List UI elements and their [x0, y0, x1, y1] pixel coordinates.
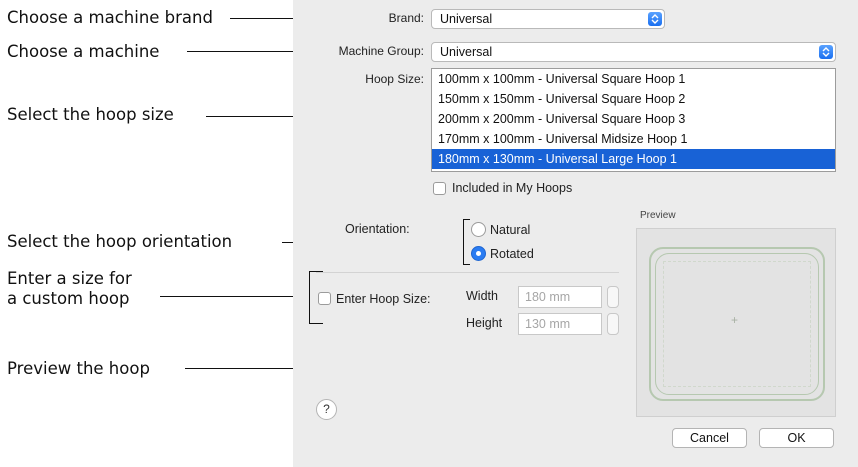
popup-stepper-icon: [819, 45, 833, 59]
cancel-button[interactable]: Cancel: [672, 428, 747, 448]
custom-bracket: [309, 271, 310, 324]
custom-bracket-top: [309, 271, 323, 272]
height-label: Height: [466, 316, 503, 330]
hoop-size-label: Hoop Size:: [365, 72, 424, 86]
width-field[interactable]: 180 mm: [518, 286, 602, 308]
brand-label: Brand:: [388, 11, 424, 25]
brand-value: Universal: [440, 12, 493, 26]
orientation-label: Orientation:: [345, 222, 410, 236]
annotation-hoop-size: Select the hoop size: [7, 105, 174, 124]
annotation-brand: Choose a machine brand: [7, 8, 213, 27]
center-mark: +: [731, 313, 739, 327]
width-stepper[interactable]: [607, 286, 619, 308]
rotated-label: Rotated: [490, 247, 534, 261]
preview-label: Preview: [640, 210, 676, 221]
annotation-orientation: Select the hoop orientation: [7, 232, 233, 251]
list-item[interactable]: 170mm x 100mm - Universal Midsize Hoop 1: [432, 129, 835, 149]
separator: [316, 272, 619, 273]
orientation-bracket-top: [463, 219, 470, 220]
included-label: Included in My Hoops: [452, 181, 573, 195]
rotated-radio[interactable]: [471, 246, 486, 261]
machine-group-value: Universal: [440, 45, 493, 59]
included-checkbox[interactable]: [433, 182, 446, 195]
machine-group-popup[interactable]: Universal: [431, 42, 836, 62]
annotation-machine: Choose a machine: [7, 42, 160, 61]
height-stepper[interactable]: [607, 313, 619, 335]
natural-label: Natural: [490, 223, 531, 237]
hoop-size-list[interactable]: 100mm x 100mm - Universal Square Hoop 1 …: [431, 68, 836, 172]
annotation-preview: Preview the hoop: [7, 359, 150, 378]
help-button[interactable]: ?: [316, 399, 337, 420]
orientation-bracket-bottom: [463, 264, 470, 265]
list-item[interactable]: 200mm x 200mm - Universal Square Hoop 3: [432, 109, 835, 129]
list-item[interactable]: 100mm x 100mm - Universal Square Hoop 1: [432, 69, 835, 89]
orientation-bracket: [463, 219, 464, 265]
height-field[interactable]: 130 mm: [518, 313, 602, 335]
list-item-selected[interactable]: 180mm x 130mm - Universal Large Hoop 1: [432, 149, 835, 169]
hoop-preview: +: [636, 228, 836, 417]
popup-stepper-icon: [648, 12, 662, 26]
brand-popup[interactable]: Universal: [431, 9, 665, 29]
natural-radio[interactable]: [471, 222, 486, 237]
machine-group-label: Machine Group:: [338, 44, 424, 58]
leader-line-custom: [160, 296, 308, 297]
annotation-custom-line2: a custom hoop: [7, 289, 130, 308]
custom-bracket-bottom: [309, 323, 323, 324]
ok-button[interactable]: OK: [759, 428, 834, 448]
width-label: Width: [466, 289, 498, 303]
list-item[interactable]: 150mm x 150mm - Universal Square Hoop 2: [432, 89, 835, 109]
enter-hoop-size-label: Enter Hoop Size:: [336, 292, 431, 306]
enter-hoop-size-checkbox[interactable]: [318, 292, 331, 305]
annotation-custom-line1: Enter a size for: [7, 269, 132, 288]
